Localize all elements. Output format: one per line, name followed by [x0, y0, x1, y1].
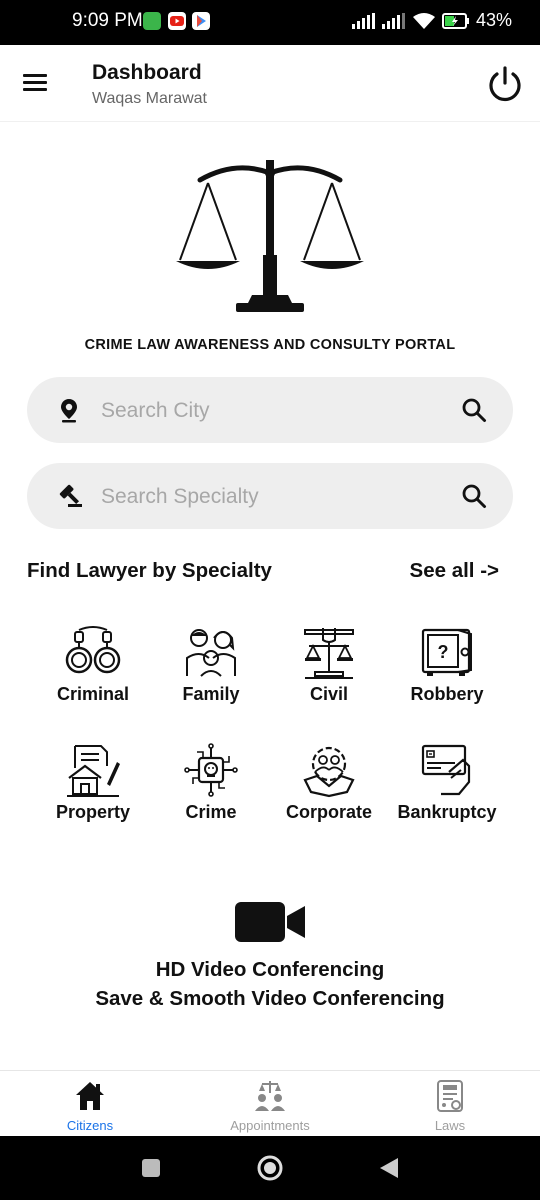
signal-icon — [381, 12, 405, 29]
category-label: Family — [182, 684, 240, 704]
portal-title: CRIME LAW AWARENESS AND CONSULTY PORTAL — [84, 337, 456, 353]
category-family[interactable]: Family — [152, 624, 270, 714]
app-bar: Dashboard Waqas Marawat — [0, 45, 540, 122]
user-name: Waqas Marawat — [92, 90, 207, 107]
category-label: Corporate — [285, 802, 372, 822]
search-city-bar[interactable] — [27, 377, 513, 443]
law-document-icon — [437, 1080, 463, 1112]
category-corporate[interactable]: Corporate — [270, 742, 388, 832]
logout-button[interactable] — [486, 65, 524, 103]
system-navigation-bar — [0, 1136, 540, 1200]
family-icon — [186, 629, 236, 677]
back-button[interactable] — [378, 1156, 400, 1180]
lawyers-meeting-icon — [255, 1081, 285, 1111]
home-icon — [76, 1082, 104, 1110]
safe-icon: ? — [421, 628, 472, 676]
category-civil[interactable]: Civil — [270, 624, 388, 714]
nav-label: Appointments — [230, 1118, 310, 1133]
youtube-icon — [168, 12, 186, 30]
specialty-heading: Find Lawyer by Specialty — [27, 559, 272, 582]
video-feature-subtitle: Save & Smooth Video Conferencing — [95, 987, 445, 1010]
category-crime[interactable]: Crime — [152, 742, 270, 832]
see-all-link[interactable]: See all -> — [410, 559, 499, 583]
property-document-icon — [67, 745, 120, 797]
handcuffs-icon — [65, 626, 121, 674]
status-bar: 9:09 PM 43% — [0, 0, 540, 45]
status-time: 9:09 PM — [72, 10, 143, 31]
handshake-gear-icon — [303, 746, 355, 798]
recents-button[interactable] — [141, 1158, 161, 1178]
civil-rights-icon — [304, 628, 354, 679]
search-specialty-bar[interactable] — [27, 463, 513, 529]
location-pin-icon — [61, 399, 77, 423]
hamburger-icon — [23, 74, 47, 91]
category-label: Property — [55, 802, 131, 822]
menu-button[interactable] — [20, 67, 50, 97]
video-feature-title: HD Video Conferencing — [155, 958, 385, 981]
play-store-icon — [192, 12, 210, 30]
category-property[interactable]: Property — [34, 742, 152, 832]
app-notification-icon — [143, 12, 161, 30]
nav-label: Citizens — [66, 1118, 114, 1133]
bottom-navigation: Citizens Appointments Laws — [0, 1070, 540, 1137]
category-label: Robbery — [410, 684, 484, 704]
nav-laws[interactable]: Laws — [360, 1071, 540, 1137]
credit-card-hand-icon — [421, 744, 471, 796]
home-button[interactable] — [256, 1154, 284, 1182]
page-title: Dashboard — [92, 61, 202, 84]
search-icon[interactable] — [461, 397, 487, 423]
category-bankruptcy[interactable]: Bankruptcy — [388, 742, 506, 832]
nav-appointments[interactable]: Appointments — [180, 1071, 360, 1137]
search-icon[interactable] — [461, 483, 487, 509]
search-city-input[interactable] — [99, 387, 443, 435]
svg-text:?: ? — [438, 642, 449, 662]
cyber-crime-icon — [184, 743, 238, 797]
category-label: Bankruptcy — [397, 802, 497, 822]
category-robbery[interactable]: ? Robbery — [388, 624, 506, 714]
power-icon — [489, 66, 521, 102]
signal-icon — [351, 12, 375, 29]
nav-citizens[interactable]: Citizens — [0, 1071, 180, 1137]
category-label: Criminal — [56, 684, 130, 704]
category-label: Crime — [185, 802, 237, 822]
video-camera-icon — [235, 902, 305, 942]
nav-label: Laws — [434, 1118, 466, 1133]
battery-icon — [441, 12, 469, 29]
status-indicators: 43% — [351, 10, 512, 31]
gavel-icon — [59, 484, 82, 507]
scales-of-justice-logo — [176, 160, 364, 312]
battery-percent: 43% — [475, 10, 512, 30]
category-criminal[interactable]: Criminal — [34, 624, 152, 714]
wifi-icon — [412, 12, 435, 29]
search-specialty-input[interactable] — [99, 473, 443, 521]
category-label: Civil — [309, 684, 348, 704]
